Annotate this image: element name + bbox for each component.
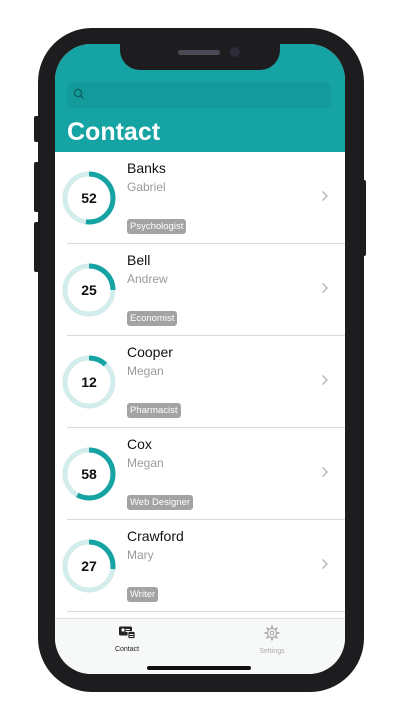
tab-contact[interactable]: Contact (87, 625, 167, 653)
chevron-right-icon (322, 283, 328, 293)
chevron-right-icon (322, 191, 328, 201)
app-screen: Contact 52 Banks Gabriel Psychologist 25… (55, 44, 345, 674)
contact-first-name: Gabriel (127, 180, 166, 194)
score-value: 25 (81, 282, 97, 298)
contact-last-name: Banks (127, 160, 166, 176)
contact-list: 52 Banks Gabriel Psychologist 25 Bell An… (55, 152, 345, 612)
contact-last-name: Bell (127, 252, 151, 268)
speaker-grille (178, 50, 220, 55)
profession-badge: Psychologist (127, 219, 187, 234)
chevron-right-icon (322, 375, 328, 385)
score-value: 52 (81, 190, 97, 206)
score-value: 12 (81, 374, 97, 390)
contact-last-name: Crawford (127, 528, 184, 544)
chevron-right-icon (322, 559, 328, 569)
score-value: 27 (81, 558, 97, 574)
profession-badge: Web Designer (127, 495, 194, 510)
page-title: Contact (67, 118, 161, 146)
contact-row[interactable]: 58 Cox Megan Web Designer (55, 428, 345, 520)
contact-card-icon (119, 626, 136, 639)
volume-down-button (34, 222, 40, 272)
gear-icon (264, 625, 280, 641)
score-value: 58 (81, 466, 97, 482)
tab-settings[interactable]: Settings (232, 625, 312, 655)
tab-label: Settings (259, 648, 285, 655)
contact-last-name: Cooper (127, 344, 173, 360)
tab-label: Contact (114, 646, 140, 653)
volume-up-button (34, 162, 40, 212)
contact-row[interactable]: 52 Banks Gabriel Psychologist (55, 152, 345, 244)
mute-switch (34, 116, 40, 142)
chevron-right-icon (322, 467, 328, 477)
profession-badge: Pharmacist (127, 403, 181, 418)
power-button (360, 180, 366, 256)
profession-badge: Economist (127, 311, 178, 326)
contact-row[interactable]: 27 Crawford Mary Writer (55, 520, 345, 612)
notch (120, 44, 280, 70)
front-camera (230, 47, 240, 57)
home-indicator (147, 666, 251, 670)
contact-first-name: Megan (127, 456, 164, 470)
contact-first-name: Mary (127, 548, 154, 562)
contact-first-name: Andrew (127, 272, 168, 286)
contact-first-name: Megan (127, 364, 164, 378)
search-input[interactable] (67, 82, 331, 108)
profession-badge: Writer (127, 587, 159, 602)
search-icon (73, 88, 84, 99)
contact-last-name: Cox (127, 436, 152, 452)
row-divider (67, 611, 345, 612)
contact-row[interactable]: 25 Bell Andrew Economist (55, 244, 345, 336)
contact-row[interactable]: 12 Cooper Megan Pharmacist (55, 336, 345, 428)
